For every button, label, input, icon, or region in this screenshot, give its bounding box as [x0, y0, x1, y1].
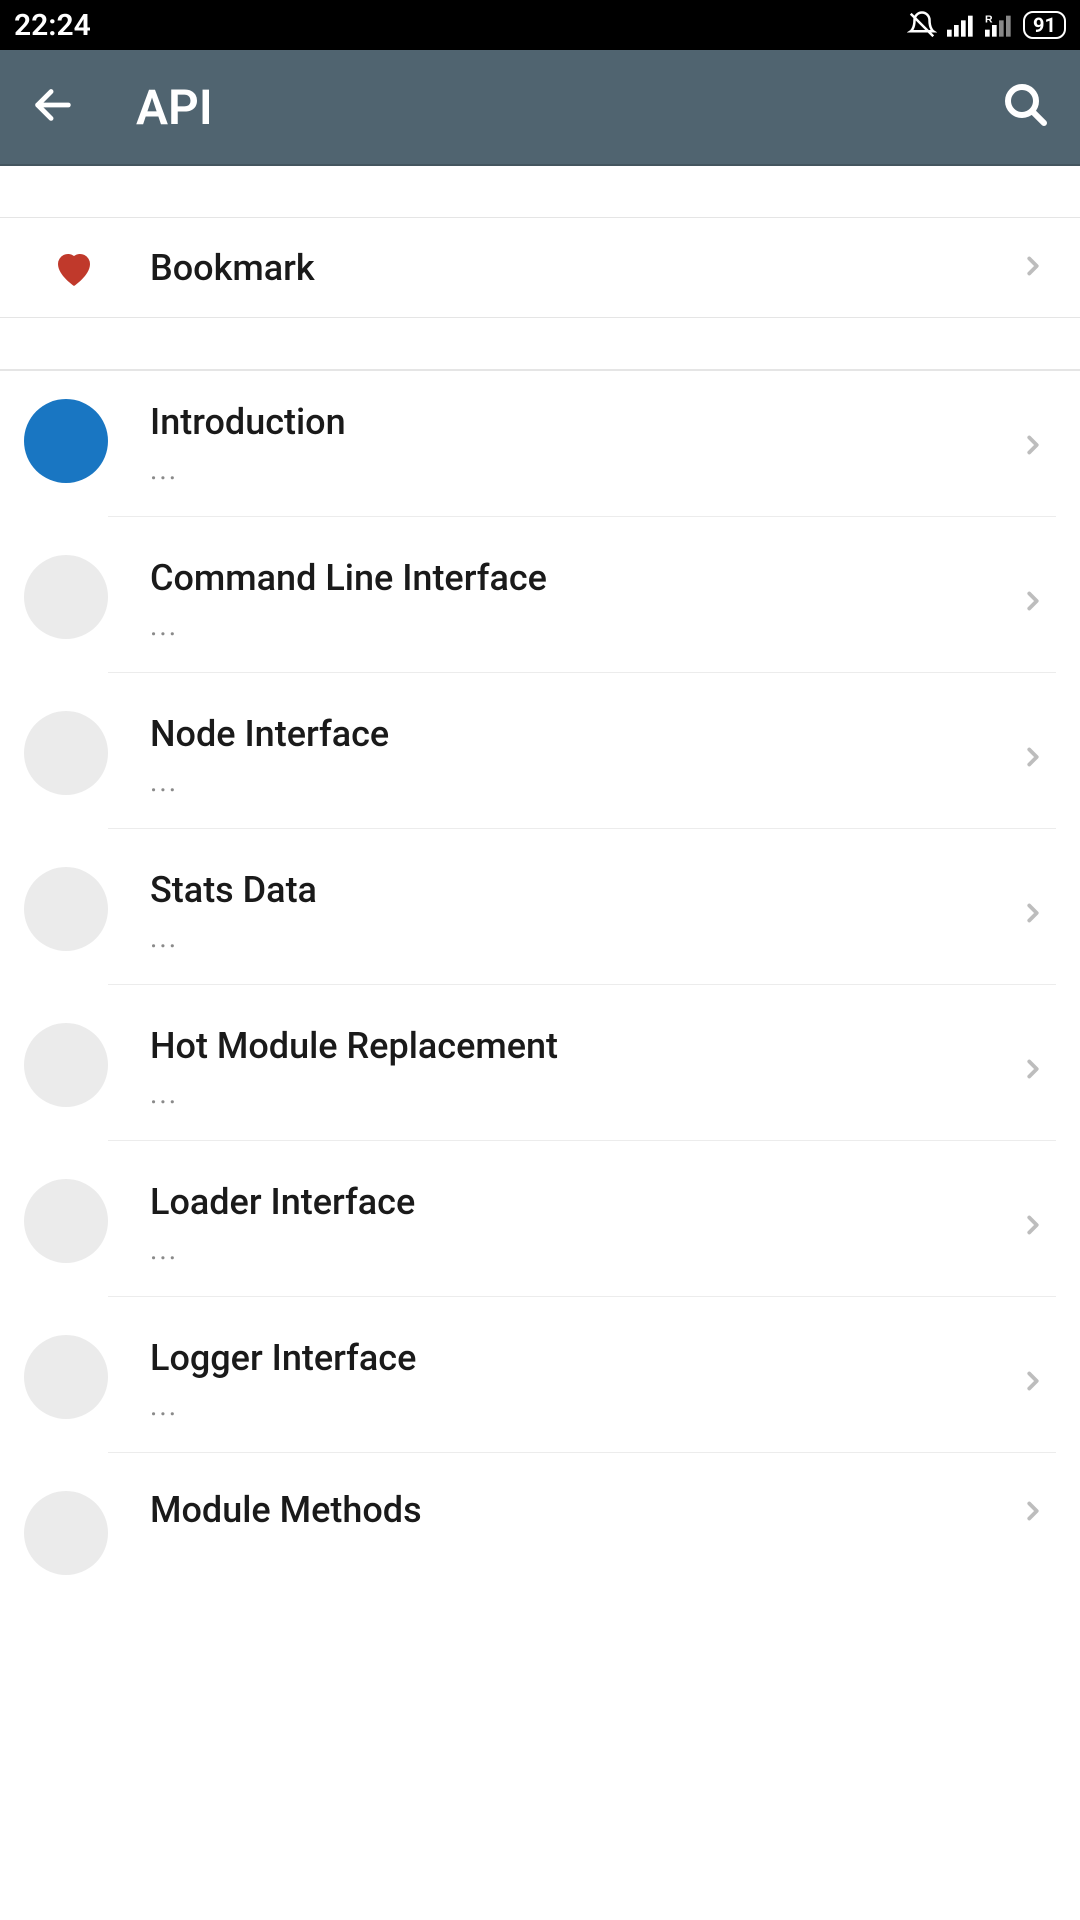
list-item[interactable]: Node Interface... — [0, 683, 1080, 839]
chevron-right-icon — [1018, 1048, 1056, 1088]
page-title: API — [136, 79, 992, 136]
back-button[interactable] — [20, 72, 96, 142]
item-subtitle: ... — [150, 1077, 1018, 1110]
item-subtitle: ... — [150, 1389, 1018, 1422]
list-item[interactable]: Loader Interface... — [0, 1151, 1080, 1307]
chevron-right-icon — [1018, 1490, 1056, 1530]
item-subtitle: ... — [150, 609, 1018, 642]
item-title: Logger Interface — [150, 1337, 1018, 1379]
item-avatar — [24, 1491, 108, 1575]
item-subtitle: ... — [150, 921, 1018, 954]
item-subtitle: ... — [150, 1233, 1018, 1266]
item-title: Loader Interface — [150, 1181, 1018, 1223]
item-avatar — [24, 1179, 108, 1263]
item-title: Module Methods — [150, 1489, 1018, 1531]
battery-icon: 91 — [1023, 11, 1066, 39]
item-title: Stats Data — [150, 869, 1018, 911]
item-content: Introduction... — [108, 397, 1056, 517]
item-content: Command Line Interface... — [108, 553, 1056, 673]
item-avatar — [24, 1023, 108, 1107]
chevron-right-icon — [1018, 580, 1056, 620]
bookmark-label: Bookmark — [124, 247, 1018, 289]
status-bar: 22:24 R 91 — [0, 0, 1080, 50]
chevron-right-icon — [1018, 892, 1056, 932]
item-avatar — [24, 399, 108, 483]
item-subtitle: ... — [150, 765, 1018, 798]
chevron-right-icon — [1018, 1204, 1056, 1244]
item-avatar — [24, 555, 108, 639]
app-bar: API — [0, 50, 1080, 166]
status-right: R 91 — [907, 10, 1066, 40]
item-content: Stats Data... — [108, 865, 1056, 985]
item-subtitle: ... — [150, 453, 1018, 486]
list-item[interactable]: Hot Module Replacement... — [0, 995, 1080, 1151]
list-item[interactable]: Module Methods — [0, 1463, 1080, 1585]
item-title: Hot Module Replacement — [150, 1025, 1018, 1067]
svg-text:R: R — [985, 14, 993, 26]
mute-icon — [907, 10, 937, 40]
item-title: Node Interface — [150, 713, 1018, 755]
item-avatar — [24, 711, 108, 795]
chevron-right-icon — [1018, 424, 1056, 464]
item-content: Loader Interface... — [108, 1177, 1056, 1297]
section-gap — [0, 166, 1080, 218]
chevron-right-icon — [1018, 251, 1056, 285]
signal-icon — [947, 13, 975, 37]
battery-level: 91 — [1033, 13, 1056, 37]
list-item[interactable]: Logger Interface... — [0, 1307, 1080, 1463]
item-avatar — [24, 1335, 108, 1419]
item-content: Hot Module Replacement... — [108, 1021, 1056, 1141]
bookmark-row[interactable]: Bookmark — [0, 218, 1080, 318]
item-title: Introduction — [150, 401, 1018, 443]
signal-roaming-icon: R — [985, 13, 1013, 37]
item-content: Node Interface... — [108, 709, 1056, 829]
list-item[interactable]: Stats Data... — [0, 839, 1080, 995]
api-list: Introduction...Command Line Interface...… — [0, 370, 1080, 1585]
item-content: Logger Interface... — [108, 1333, 1056, 1453]
item-title: Command Line Interface — [150, 557, 1018, 599]
heart-icon — [24, 244, 124, 292]
list-item[interactable]: Introduction... — [0, 371, 1080, 527]
item-content: Module Methods — [108, 1489, 1056, 1531]
status-time: 22:24 — [14, 8, 91, 43]
item-avatar — [24, 867, 108, 951]
chevron-right-icon — [1018, 1360, 1056, 1400]
chevron-right-icon — [1018, 736, 1056, 776]
list-item[interactable]: Command Line Interface... — [0, 527, 1080, 683]
section-gap — [0, 318, 1080, 370]
search-button[interactable] — [992, 71, 1060, 143]
